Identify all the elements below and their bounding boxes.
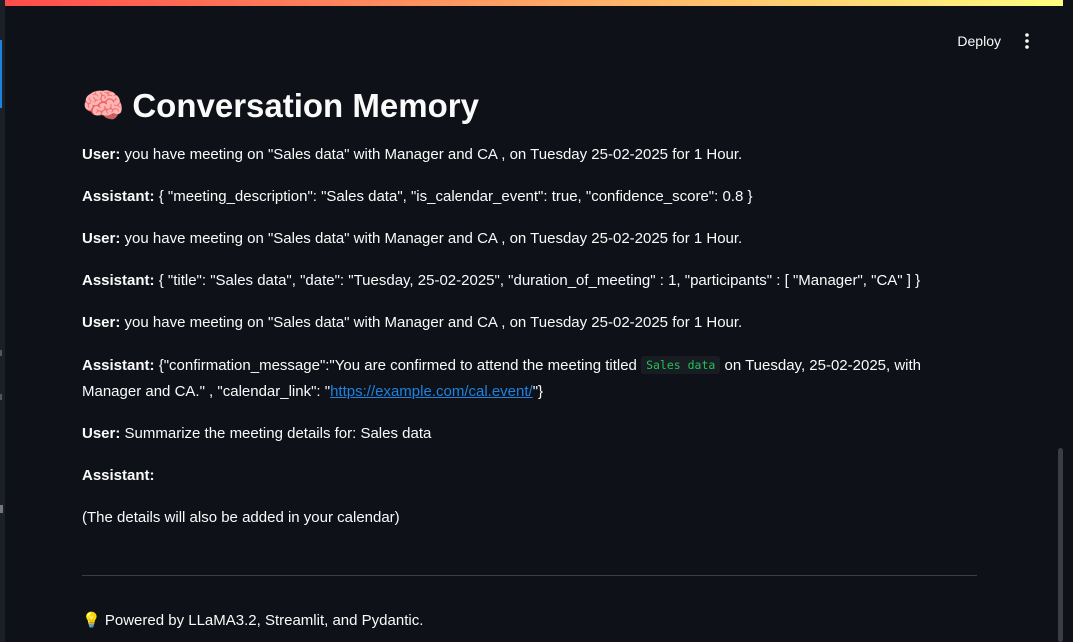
user-message: User: you have meeting on "Sales data" w… — [82, 310, 977, 336]
conversation-list: User: you have meeting on "Sales data" w… — [82, 142, 977, 531]
page-title-text: Conversation Memory — [132, 87, 479, 124]
user-message: User: you have meeting on "Sales data" w… — [82, 226, 977, 252]
sidebar-edge-mark — [0, 350, 2, 356]
role-label: User: — [82, 314, 121, 331]
message-text: you have meeting on "Sales data" with Ma… — [120, 230, 743, 247]
brain-icon: 🧠 — [82, 87, 125, 125]
role-label: Assistant: — [82, 467, 155, 484]
lightbulb-icon: 💡 — [82, 612, 101, 629]
message-text: { "meeting_description": "Sales data", "… — [154, 188, 753, 205]
sidebar-edge-mark — [0, 394, 2, 400]
app-root: Deploy 🧠 Conversation Memory User: you h… — [0, 0, 1073, 642]
user-message: User: you have meeting on "Sales data" w… — [82, 142, 977, 168]
role-label: User: — [82, 230, 121, 247]
role-label: Assistant: — [82, 272, 155, 289]
divider — [82, 575, 977, 576]
footer-text: Powered by LLaMA3.2, Streamlit, and Pyda… — [100, 612, 424, 629]
assistant-message: Assistant: { "meeting_description": "Sal… — [82, 184, 977, 210]
calendar-link[interactable]: https://example.com/cal.event/ — [330, 383, 533, 400]
message-text: you have meeting on "Sales data" with Ma… — [120, 146, 743, 163]
assistant-message: Assistant: { "title": "Sales data", "dat… — [82, 268, 977, 294]
assistant-message: Assistant: — [82, 463, 977, 489]
message-text: { "title": "Sales data", "date": "Tuesda… — [154, 272, 921, 289]
assistant-message: Assistant: {"confirmation_message":"You … — [82, 352, 977, 405]
deploy-button[interactable]: Deploy — [957, 33, 1001, 49]
message-text: you have meeting on "Sales data" with Ma… — [120, 314, 743, 331]
main-content: 🧠 Conversation Memory User: you have mee… — [82, 80, 977, 547]
role-label: User: — [82, 146, 121, 163]
message-text: (The details will also be added in your … — [82, 509, 400, 526]
page-title: 🧠 Conversation Memory — [82, 80, 977, 132]
kebab-vertical-icon[interactable] — [1019, 28, 1035, 54]
sidebar-edge-highlight — [0, 40, 2, 108]
footer: 💡 Powered by LLaMA3.2, Streamlit, and Py… — [82, 608, 423, 634]
scrollbar-thumb[interactable] — [1058, 448, 1063, 642]
inline-code: Sales data — [641, 356, 721, 374]
message-text: {"confirmation_message":"You are confirm… — [154, 357, 642, 374]
message-text: "} — [532, 383, 544, 400]
role-label: User: — [82, 425, 121, 442]
role-label: Assistant: — [82, 188, 155, 205]
role-label: Assistant: — [82, 357, 155, 374]
message-text: Summarize the meeting details for: Sales… — [120, 425, 432, 442]
user-message: User: Summarize the meeting details for:… — [82, 421, 977, 447]
collapsed-sidebar-edge[interactable] — [0, 0, 5, 642]
scrollbar-track[interactable] — [1063, 6, 1073, 642]
top-toolbar: Deploy — [957, 28, 1035, 54]
sidebar-edge-mark — [0, 505, 3, 513]
calendar-note: (The details will also be added in your … — [82, 505, 977, 531]
header-decoration-bar — [0, 0, 1063, 6]
